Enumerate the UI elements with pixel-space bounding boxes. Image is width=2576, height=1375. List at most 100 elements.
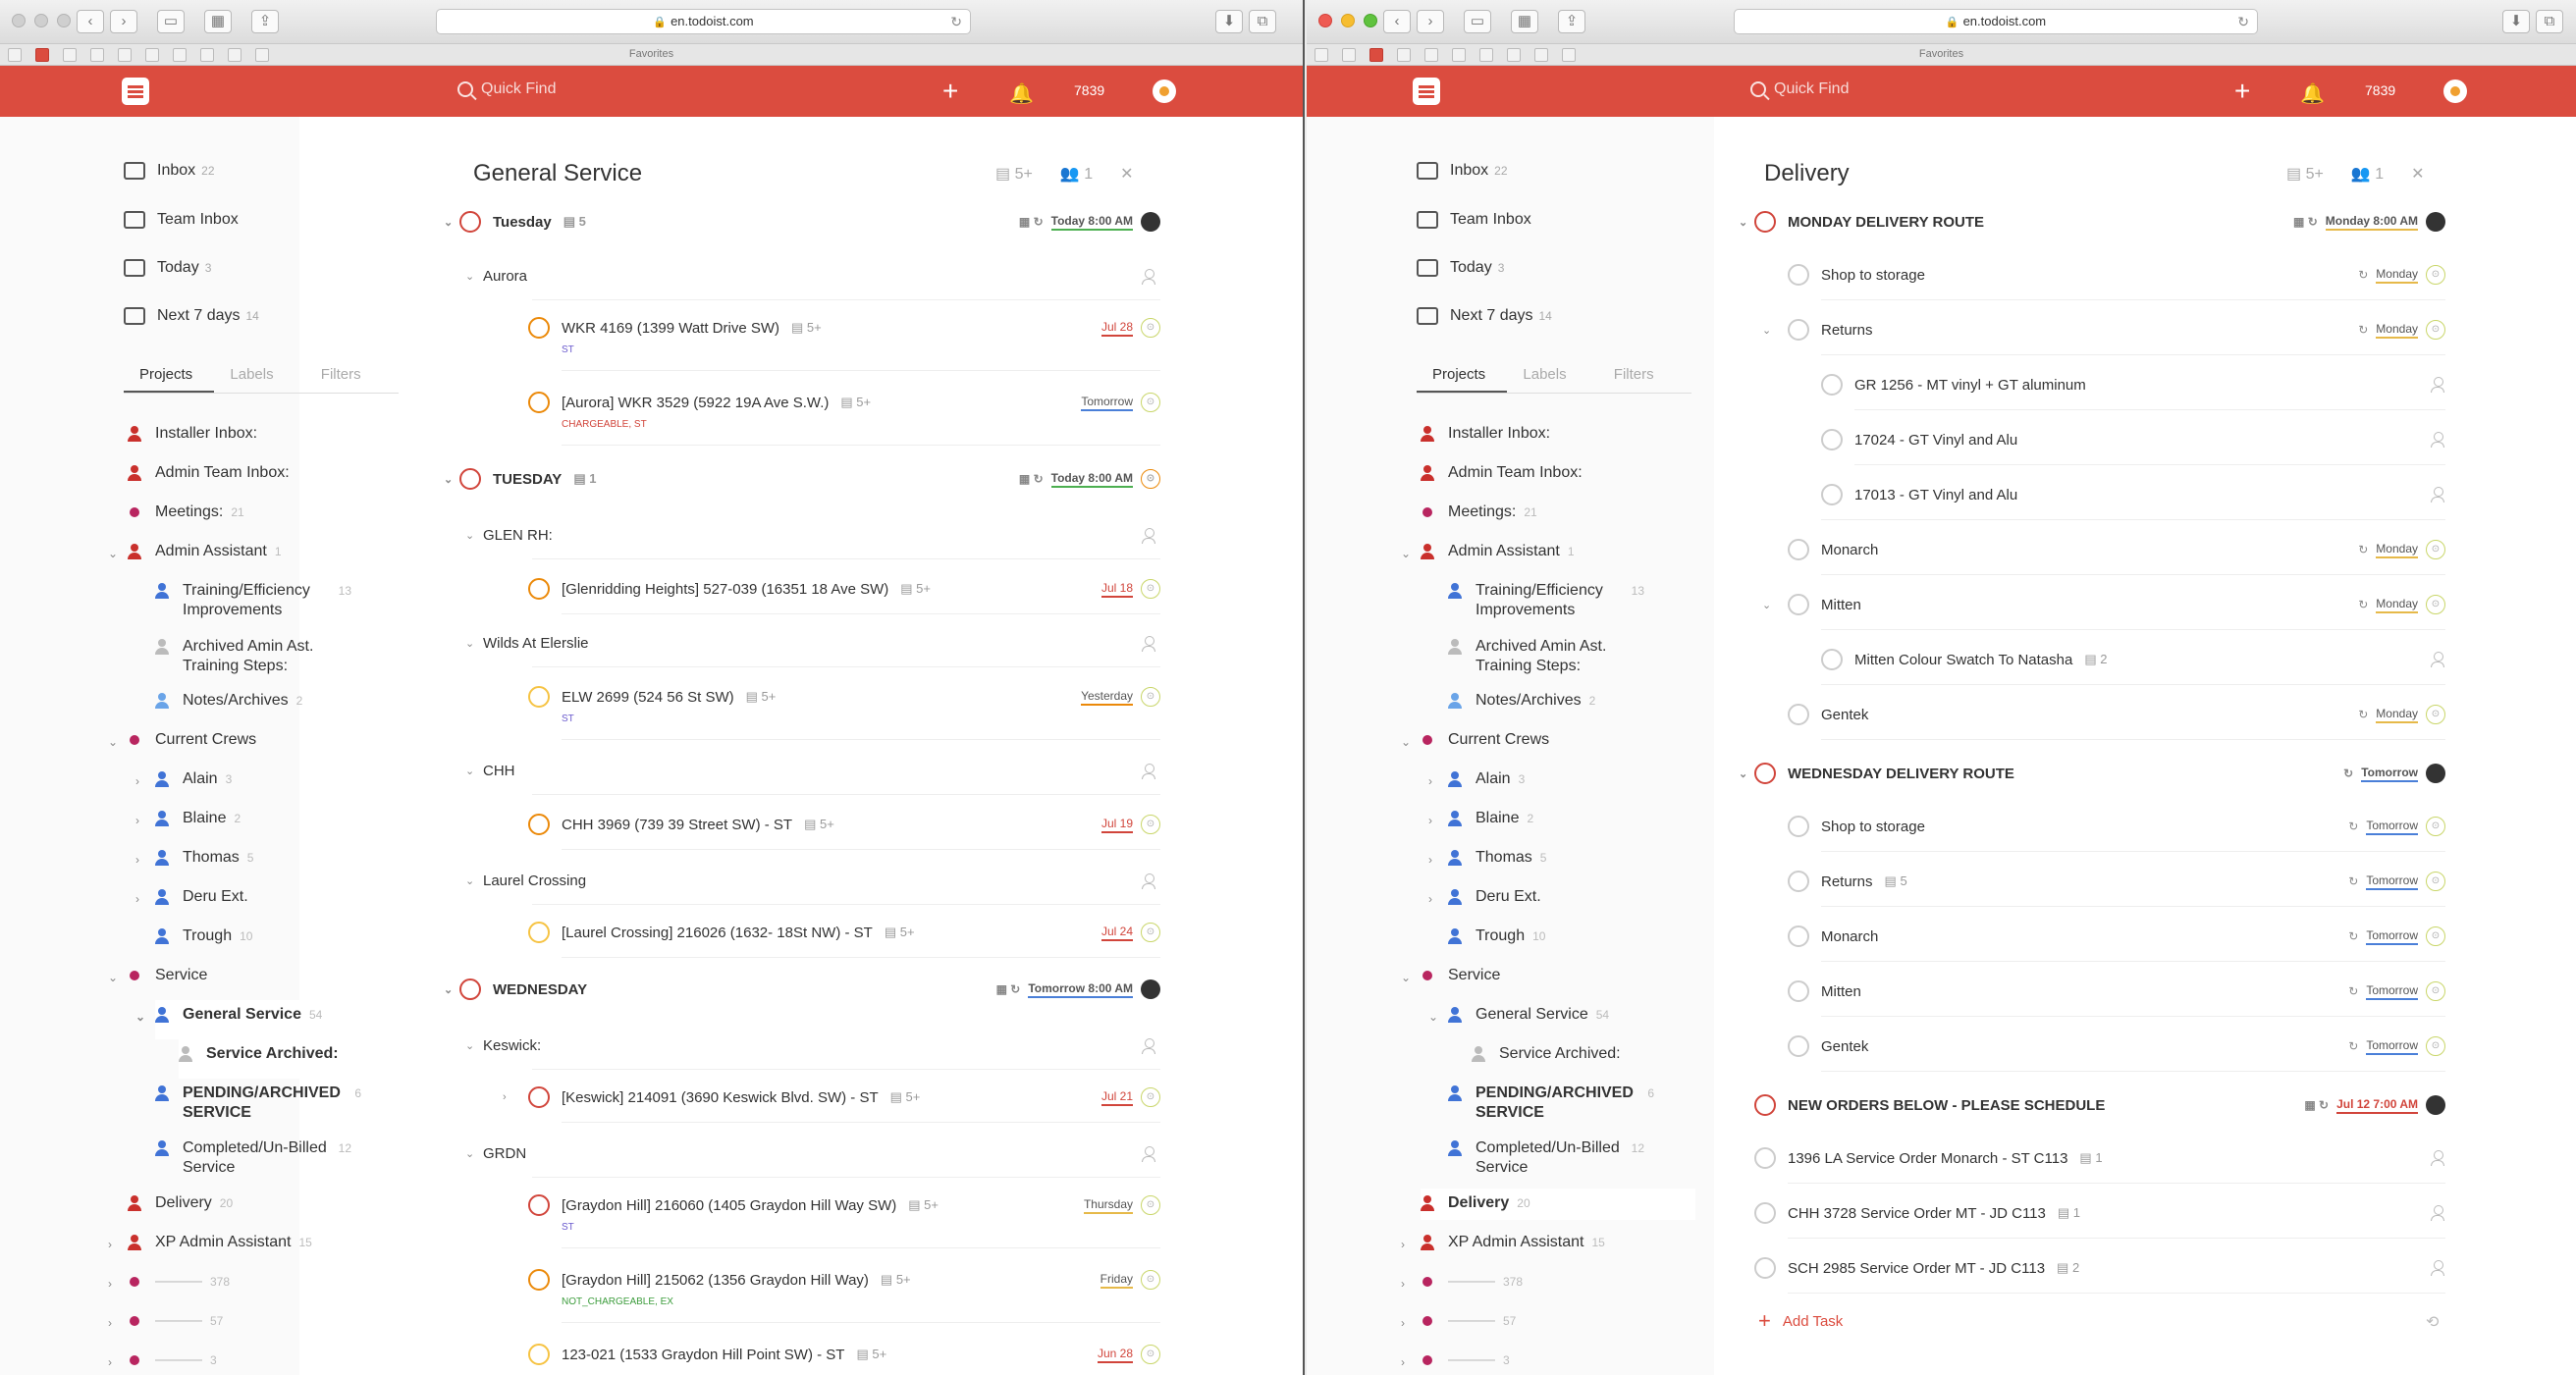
chevron-right-icon[interactable]: › bbox=[1428, 850, 1432, 870]
karma-score[interactable]: 7839 bbox=[2365, 82, 2395, 98]
comment-count[interactable]: 5+ bbox=[791, 320, 822, 336]
task-checkbox[interactable] bbox=[1788, 264, 1809, 286]
due-date[interactable]: Friday bbox=[1100, 1272, 1133, 1289]
chevron-right-icon[interactable]: › bbox=[1428, 889, 1432, 909]
assign-icon[interactable] bbox=[2430, 377, 2445, 393]
chevron-down-icon[interactable]: ⌄ bbox=[1401, 732, 1411, 752]
assign-icon[interactable] bbox=[1141, 1146, 1156, 1162]
chevron-down-icon[interactable]: ⌄ bbox=[1739, 767, 1754, 780]
project-thomas[interactable]: › Thomas 5 bbox=[1428, 848, 1703, 868]
project-pending-archived-service[interactable]: PENDING/ARCHIVED SERVICE 6 bbox=[155, 1084, 361, 1123]
comment-count[interactable]: 5+ bbox=[881, 1272, 911, 1288]
task-checkbox[interactable] bbox=[528, 1344, 550, 1365]
chevron-right-icon[interactable]: › bbox=[108, 1235, 112, 1254]
task-item[interactable]: [Laurel Crossing] 216026 (1632- 18St NW)… bbox=[528, 922, 1160, 943]
project-pending-archived-service[interactable]: PENDING/ARCHIVED SERVICE 6 bbox=[1448, 1084, 1654, 1123]
nav-team-inbox[interactable]: Team Inbox bbox=[124, 206, 418, 234]
task-item[interactable]: WKR 4169 (1399 Watt Drive SW) 5+ Jul 28 ⊙ bbox=[528, 317, 1160, 339]
avatar[interactable] bbox=[2426, 1095, 2445, 1115]
share-button[interactable]: ⇪ bbox=[251, 10, 279, 33]
assign-icon[interactable]: ⊙ bbox=[2426, 265, 2445, 285]
project-delivery[interactable]: Delivery 20 bbox=[1421, 1189, 1695, 1220]
tab-overview-button[interactable]: ▦ bbox=[1511, 10, 1538, 33]
tab-filters[interactable]: Filters bbox=[1598, 366, 1689, 393]
due-date[interactable]: Tomorrow bbox=[2366, 983, 2418, 1000]
task-item[interactable]: 1396 LA Service Order Monarch - ST C113 1 bbox=[1754, 1147, 2445, 1169]
project-hidden-3[interactable]: › ——— 3 bbox=[1401, 1350, 1676, 1370]
task-checkbox[interactable] bbox=[1821, 429, 1843, 450]
nav-inbox[interactable]: Inbox 22 bbox=[1417, 157, 1711, 185]
task-checkbox[interactable] bbox=[528, 392, 550, 413]
task-checkbox[interactable] bbox=[528, 578, 550, 600]
due-date[interactable]: Monday bbox=[2376, 542, 2418, 558]
nav-next-7-days[interactable]: Next 7 days 14 bbox=[124, 302, 418, 330]
reload-icon[interactable]: ↻ bbox=[2237, 10, 2249, 33]
due-date[interactable]: Jul 19 bbox=[1100, 817, 1133, 833]
chevron-down-icon[interactable]: ⌄ bbox=[444, 983, 459, 996]
chevron-down-icon[interactable]: ⌄ bbox=[465, 1039, 483, 1052]
comment-count[interactable]: 5 bbox=[1885, 873, 1906, 889]
project-notes-archives[interactable]: Notes/Archives 2 bbox=[155, 691, 410, 711]
task-item[interactable]: [Graydon Hill] 216060 (1405 Graydon Hill… bbox=[528, 1194, 1160, 1216]
chevron-down-icon[interactable]: ⌄ bbox=[444, 473, 459, 486]
chevron-right-icon[interactable]: › bbox=[108, 1352, 112, 1372]
task-item[interactable]: [Glenridding Heights] 527-039 (16351 18 … bbox=[528, 578, 1160, 600]
assign-icon[interactable] bbox=[1141, 528, 1156, 544]
chevron-down-icon[interactable]: ⌄ bbox=[465, 270, 483, 283]
chevron-down-icon[interactable]: ⌄ bbox=[108, 968, 118, 987]
comment-count[interactable]: 5+ bbox=[885, 925, 915, 940]
due-date[interactable]: Thursday bbox=[1083, 1197, 1133, 1214]
tab-labels[interactable]: Labels bbox=[1507, 366, 1597, 393]
task-checkbox[interactable] bbox=[1754, 1147, 1776, 1169]
project-admin-assistant[interactable]: ⌄ Admin Assistant 1 bbox=[108, 542, 383, 561]
task-checkbox[interactable] bbox=[528, 1086, 550, 1108]
task-checkbox[interactable] bbox=[459, 978, 481, 1000]
assign-icon[interactable]: ⊙ bbox=[1141, 687, 1160, 707]
tab-overview-button[interactable]: ▦ bbox=[204, 10, 232, 33]
close-window-button[interactable] bbox=[12, 14, 26, 27]
due-date[interactable]: Tomorrow bbox=[2366, 1038, 2418, 1055]
assign-icon[interactable]: ⊙ bbox=[2426, 320, 2445, 340]
chevron-right-icon[interactable]: › bbox=[1401, 1235, 1405, 1254]
sidebar-toggle-button[interactable]: ▭ bbox=[157, 10, 185, 33]
project-meetings[interactable]: Meetings: 21 bbox=[1421, 502, 1676, 522]
task-item[interactable]: › [Keswick] 214091 (3690 Keswick Blvd. SW… bbox=[503, 1086, 1160, 1108]
section-header[interactable]: ⌄ WEDNESDAY ▦ ↻ Tomorrow 8:00 AM bbox=[444, 975, 1160, 1004]
section-header[interactable]: ⌄ TUESDAY 1 ▦ ↻ Today 8:00 AM ⊙ bbox=[444, 464, 1160, 494]
subsection-header[interactable]: ⌄ CHH bbox=[465, 759, 515, 782]
project-admin-team-inbox[interactable]: Admin Team Inbox: bbox=[128, 463, 383, 483]
section-header[interactable]: ⌄ Tuesday 5 ▦ ↻ Today 8:00 AM bbox=[444, 207, 1160, 237]
project-admin-assistant[interactable]: ⌄ Admin Assistant 1 bbox=[1401, 542, 1676, 561]
zoom-window-button[interactable] bbox=[57, 14, 71, 27]
project-current-crews[interactable]: ⌄ Current Crews bbox=[108, 730, 383, 750]
todoist-logo-icon[interactable] bbox=[1413, 78, 1440, 105]
chevron-right-icon[interactable]: › bbox=[135, 850, 139, 870]
task-checkbox[interactable] bbox=[1788, 594, 1809, 615]
task-checkbox[interactable] bbox=[528, 814, 550, 835]
add-task-plus-icon[interactable]: + bbox=[942, 76, 958, 107]
assign-icon[interactable]: ⊙ bbox=[2426, 872, 2445, 891]
task-item[interactable]: SCH 2985 Service Order MT - JD C113 2 bbox=[1754, 1257, 2445, 1279]
due-date[interactable]: Tomorrow bbox=[2366, 928, 2418, 945]
project-alain[interactable]: › Alain 3 bbox=[135, 769, 410, 789]
todoist-logo-icon[interactable] bbox=[122, 78, 149, 105]
assign-icon[interactable] bbox=[2430, 1150, 2445, 1166]
reload-icon[interactable]: ↻ bbox=[950, 10, 962, 33]
chevron-right-icon[interactable]: › bbox=[1401, 1274, 1405, 1294]
project-archived-amin-ast[interactable]: Archived Amin Ast. Training Steps: bbox=[1448, 637, 1644, 676]
minimize-window-button[interactable] bbox=[1341, 14, 1355, 27]
nav-today[interactable]: Today 3 bbox=[124, 254, 418, 282]
project-general-service[interactable]: ⌄ General Service 54 bbox=[1428, 1005, 1703, 1025]
chevron-down-icon[interactable]: ⌄ bbox=[1428, 1007, 1438, 1027]
karma-score[interactable]: 7839 bbox=[1074, 82, 1104, 98]
project-deru-ext[interactable]: › Deru Ext. bbox=[135, 887, 410, 907]
due-date[interactable]: Jun 28 bbox=[1097, 1347, 1133, 1363]
task-item[interactable]: 123-021 (1533 Graydon Hill Point SW) - S… bbox=[528, 1344, 1160, 1365]
task-checkbox[interactable] bbox=[1754, 1202, 1776, 1224]
comment-count[interactable]: 5+ bbox=[890, 1089, 921, 1105]
settings-gear-icon[interactable] bbox=[2443, 79, 2467, 103]
task-item[interactable]: ELW 2699 (524 56 St SW) 5+ Yesterday ⊙ bbox=[528, 686, 1160, 708]
chevron-down-icon[interactable]: ⌄ bbox=[465, 529, 483, 542]
subsection-header[interactable]: ⌄ Wilds At Elerslie bbox=[465, 631, 589, 655]
chevron-right-icon[interactable]: › bbox=[108, 1274, 112, 1294]
